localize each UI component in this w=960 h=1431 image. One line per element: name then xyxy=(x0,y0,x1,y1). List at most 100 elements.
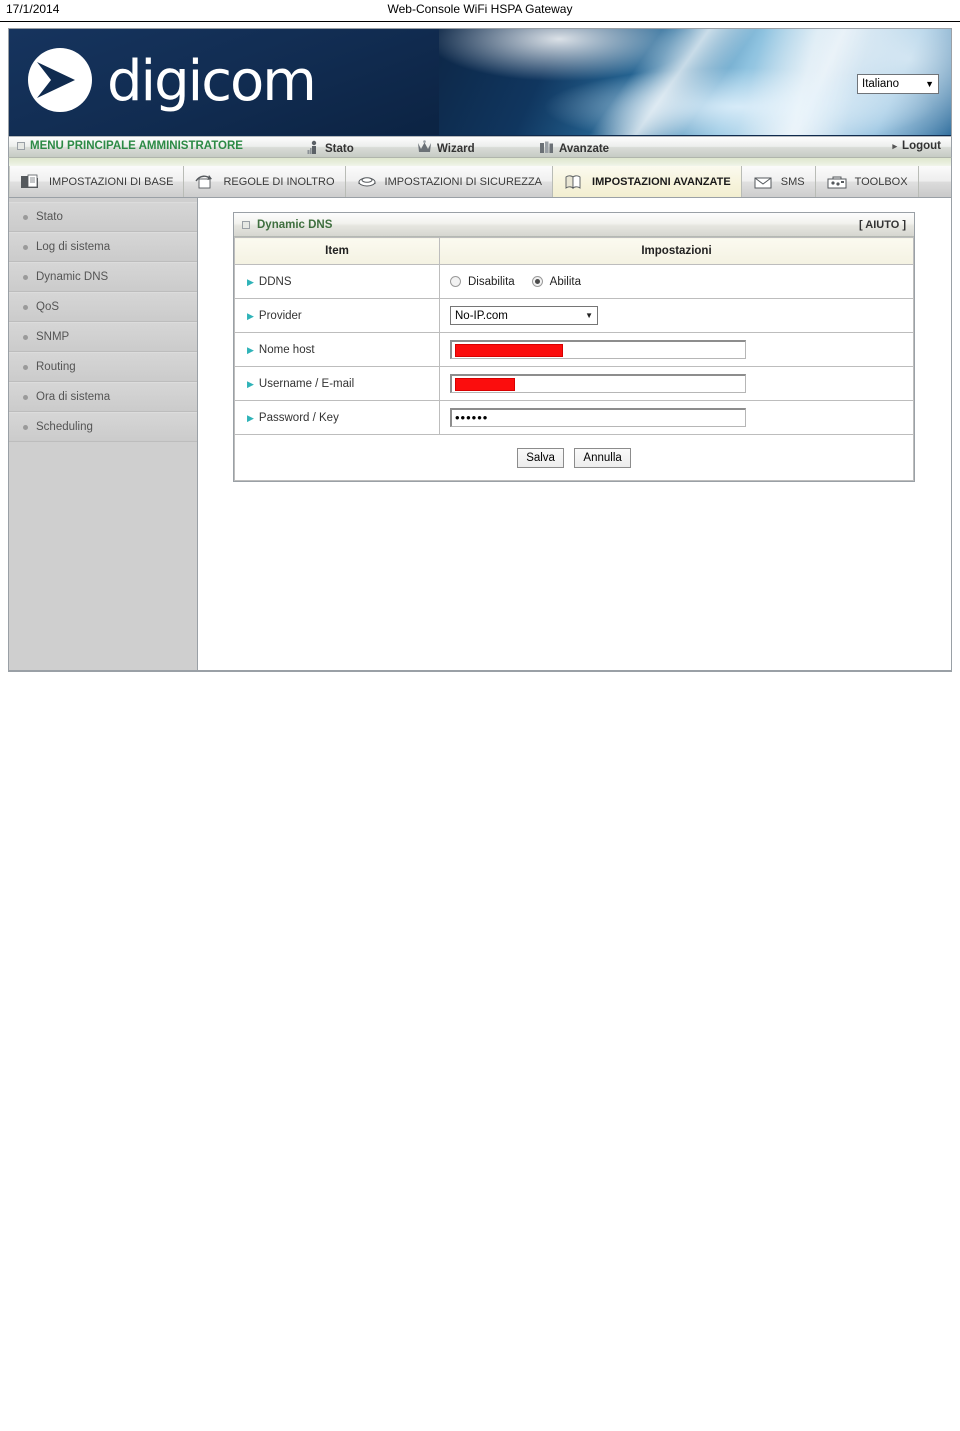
person-status-icon xyxy=(307,140,320,158)
bullet-icon xyxy=(23,394,28,400)
column-header-item: Item xyxy=(234,237,440,265)
tab-label: SMS xyxy=(780,175,805,188)
password-input[interactable]: •••••• xyxy=(450,408,746,427)
radio-abilita[interactable] xyxy=(531,276,543,287)
row-value-cell: No-IP.com ▼ xyxy=(439,298,914,333)
sidebar-item-label: QoS xyxy=(36,301,60,313)
folder-documents-icon xyxy=(20,172,42,192)
row-label-cell: ▶ Nome host xyxy=(234,332,440,367)
menu-principale-amministratore[interactable]: MENU PRINCIPALE AMMINISTRATORE xyxy=(17,140,243,152)
panel-header: Dynamic DNS [ AIUTO ] xyxy=(234,213,914,237)
tab-label: REGOLE DI INOLTRO xyxy=(223,175,335,188)
dynamic-dns-form-table: Item Impostazioni ▶ DDNS Disabilita Abil… xyxy=(234,237,914,481)
table-row-hostname: ▶ Nome host xyxy=(234,332,914,367)
wizard-hat-icon xyxy=(417,140,432,157)
print-header: 17/1/2014 Web-Console WiFi HSPA Gateway xyxy=(0,0,960,22)
row-value-cell: Disabilita Abilita xyxy=(439,264,914,299)
radio-label-disabilita: Disabilita xyxy=(468,275,515,288)
tab-regole-di-inoltro[interactable]: REGOLE DI INOLTRO xyxy=(184,166,346,197)
tab-label: IMPOSTAZIONI AVANZATE xyxy=(592,175,731,188)
envelope-icon xyxy=(752,172,774,192)
sidebar-item-stato[interactable]: Stato xyxy=(9,202,197,232)
sidebar-item-scheduling[interactable]: Scheduling xyxy=(9,412,197,442)
table-row-username: ▶ Username / E-mail xyxy=(234,366,914,401)
hostname-input[interactable] xyxy=(450,340,746,359)
help-link[interactable]: [ AIUTO ] xyxy=(859,219,906,231)
arrow-right-icon: ▶ xyxy=(247,344,254,355)
sidebar-item-label: Ora di sistema xyxy=(36,391,111,403)
brand-logo: digicom xyxy=(23,43,317,117)
bullet-icon xyxy=(23,424,28,430)
tab-label: TOOLBOX xyxy=(854,175,908,188)
sidebar-item-routing[interactable]: Routing xyxy=(9,352,197,382)
cancel-button[interactable]: Annulla xyxy=(574,448,631,468)
sidebar-item-ora-di-sistema[interactable]: Ora di sistema xyxy=(9,382,197,412)
action-buttons-cell: Salva Annulla xyxy=(234,434,914,481)
page-root: 17/1/2014 Web-Console WiFi HSPA Gateway … xyxy=(0,0,960,1431)
sidebar-item-log-di-sistema[interactable]: Log di sistema xyxy=(9,232,197,262)
radio-label-abilita: Abilita xyxy=(549,275,581,288)
row-label-cell: ▶ DDNS xyxy=(234,264,440,299)
tab-impostazioni-di-base[interactable]: IMPOSTAZIONI DI BASE xyxy=(9,166,185,197)
tab-impostazioni-avanzate[interactable]: IMPOSTAZIONI AVANZATE xyxy=(553,166,742,197)
table-row-provider: ▶ Provider No-IP.com ▼ xyxy=(234,298,914,333)
bullet-icon xyxy=(23,274,28,280)
chevron-down-icon: ▼ xyxy=(925,79,934,89)
sidebar-item-snmp[interactable]: SNMP xyxy=(9,322,197,352)
top-menu-bar: MENU PRINCIPALE AMMINISTRATORE Stato Wiz… xyxy=(8,136,952,158)
row-label: Nome host xyxy=(258,343,315,356)
top-menu-item-avanzate[interactable]: Avanzate xyxy=(539,140,609,157)
tab-label: IMPOSTAZIONI DI SICUREZZA xyxy=(384,175,543,188)
sidebar: Stato Log di sistema Dynamic DNS QoS SNM… xyxy=(9,198,198,670)
username-input[interactable] xyxy=(450,374,746,393)
row-label: Password / Key xyxy=(258,411,339,424)
row-label: Provider xyxy=(258,309,302,322)
brand-name: digicom xyxy=(107,49,317,114)
web-console-app: digicom Italiano ▼ MENU PRINCIPALE AMMIN… xyxy=(8,28,952,674)
row-value-cell xyxy=(439,332,914,367)
window-square-icon xyxy=(242,220,250,229)
radio-disabilita[interactable] xyxy=(450,276,461,287)
row-value-cell: •••••• xyxy=(439,400,914,435)
redaction-block xyxy=(455,343,563,357)
logout-button[interactable]: ▸ Logout xyxy=(893,140,941,152)
arrow-right-icon: ▶ xyxy=(247,310,254,321)
tab-impostazioni-di-sicurezza[interactable]: IMPOSTAZIONI DI SICUREZZA xyxy=(345,166,554,197)
tab-sms[interactable]: SMS xyxy=(741,166,816,197)
language-select[interactable]: Italiano ▼ xyxy=(857,74,939,94)
shield-disc-icon xyxy=(356,172,378,192)
toolbox-icon xyxy=(826,172,848,192)
top-menu-label-stato: Stato xyxy=(325,143,354,155)
provider-select[interactable]: No-IP.com ▼ xyxy=(450,306,598,325)
row-label: Username / E-mail xyxy=(258,377,355,390)
password-masked-value: •••••• xyxy=(455,410,489,425)
bullet-icon xyxy=(23,214,28,220)
top-menu-label-wizard: Wizard xyxy=(437,142,475,155)
provider-select-value: No-IP.com xyxy=(455,309,508,322)
sidebar-item-dynamic-dns[interactable]: Dynamic DNS xyxy=(9,262,197,292)
bullet-icon xyxy=(23,334,28,340)
bullet-icon xyxy=(23,364,28,370)
arrow-right-icon: ▶ xyxy=(247,276,254,287)
tab-toolbox[interactable]: TOOLBOX xyxy=(815,166,919,197)
save-button[interactable]: Salva xyxy=(517,448,564,468)
row-label: DDNS xyxy=(258,275,292,288)
sidebar-item-label: Log di sistema xyxy=(36,241,111,253)
logout-label: Logout xyxy=(902,140,941,152)
row-label-cell: ▶ Password / Key xyxy=(234,400,440,435)
arrow-right-icon: ▶ xyxy=(247,412,254,423)
books-stack-icon xyxy=(563,172,585,192)
top-menu-item-stato[interactable]: Stato xyxy=(307,140,354,158)
row-value-cell xyxy=(439,366,914,401)
sidebar-item-label: Dynamic DNS xyxy=(36,271,109,283)
top-menu-item-wizard[interactable]: Wizard xyxy=(417,140,475,157)
column-header-settings: Impostazioni xyxy=(439,237,914,265)
body-area: Stato Log di sistema Dynamic DNS QoS SNM… xyxy=(8,198,952,672)
bullet-icon xyxy=(23,244,28,250)
language-select-value: Italiano xyxy=(862,78,900,90)
print-header-divider xyxy=(0,21,960,22)
sidebar-item-label: Stato xyxy=(36,211,63,223)
sidebar-item-label: SNMP xyxy=(36,331,70,343)
sidebar-item-qos[interactable]: QoS xyxy=(9,292,197,322)
table-row-actions: Salva Annulla xyxy=(234,434,914,481)
